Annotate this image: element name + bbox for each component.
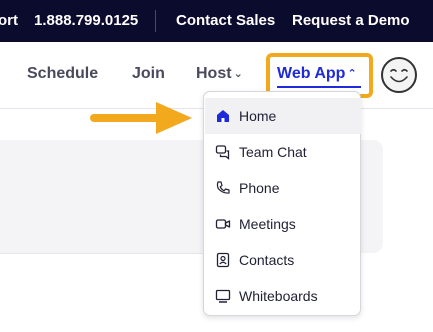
avatar[interactable]	[381, 57, 417, 93]
request-demo-link[interactable]: Request a Demo	[292, 12, 410, 29]
nav-join[interactable]: Join	[132, 65, 165, 83]
menu-item-team-chat[interactable]: Team Chat	[205, 134, 361, 170]
menu-item-home[interactable]: Home	[205, 98, 361, 134]
menu-item-phone[interactable]: Phone	[205, 170, 361, 206]
chevron-down-icon: ⌄	[233, 68, 243, 80]
menu-item-label: Team Chat	[239, 144, 307, 160]
nav-host-label: Host	[196, 65, 232, 82]
chevron-up-icon: ⌃	[347, 68, 357, 80]
video-camera-icon	[215, 219, 231, 229]
support-link[interactable]: ort	[0, 12, 18, 29]
web-app-underline	[277, 86, 361, 88]
top-bar-divider	[155, 10, 156, 32]
menu-item-whiteboards[interactable]: Whiteboards	[205, 278, 361, 314]
background-divider	[0, 253, 210, 254]
nav-web-app[interactable]: Web App ⌃	[277, 65, 357, 83]
home-icon	[217, 110, 229, 122]
contact-sales-link[interactable]: Contact Sales	[176, 12, 275, 29]
whiteboard-icon	[215, 289, 231, 303]
web-app-dropdown-menu: Home Team Chat Phone Meetings Contacts W…	[203, 91, 361, 316]
page: ort 1.888.799.0125 Contact Sales Request…	[0, 0, 433, 332]
top-bar: ort 1.888.799.0125 Contact Sales Request…	[0, 0, 433, 42]
nav-web-app-label: Web App	[277, 65, 346, 82]
menu-item-meetings[interactable]: Meetings	[205, 206, 361, 242]
nav-host[interactable]: Host ⌄	[196, 65, 243, 83]
menu-item-contacts[interactable]: Contacts	[205, 242, 361, 278]
menu-item-label: Meetings	[239, 216, 296, 232]
phone-number-link[interactable]: 1.888.799.0125	[34, 12, 138, 29]
contacts-icon	[216, 252, 230, 268]
nav-schedule[interactable]: Schedule	[27, 65, 98, 83]
menu-item-label: Phone	[239, 180, 280, 196]
menu-item-label: Home	[239, 108, 277, 124]
phone-icon	[216, 181, 230, 194]
chat-icon	[215, 145, 230, 160]
smiley-face-icon	[390, 68, 408, 83]
menu-item-label: Contacts	[239, 252, 295, 268]
menu-item-label: Whiteboards	[239, 288, 318, 304]
arrow-annotation-icon	[90, 102, 192, 134]
